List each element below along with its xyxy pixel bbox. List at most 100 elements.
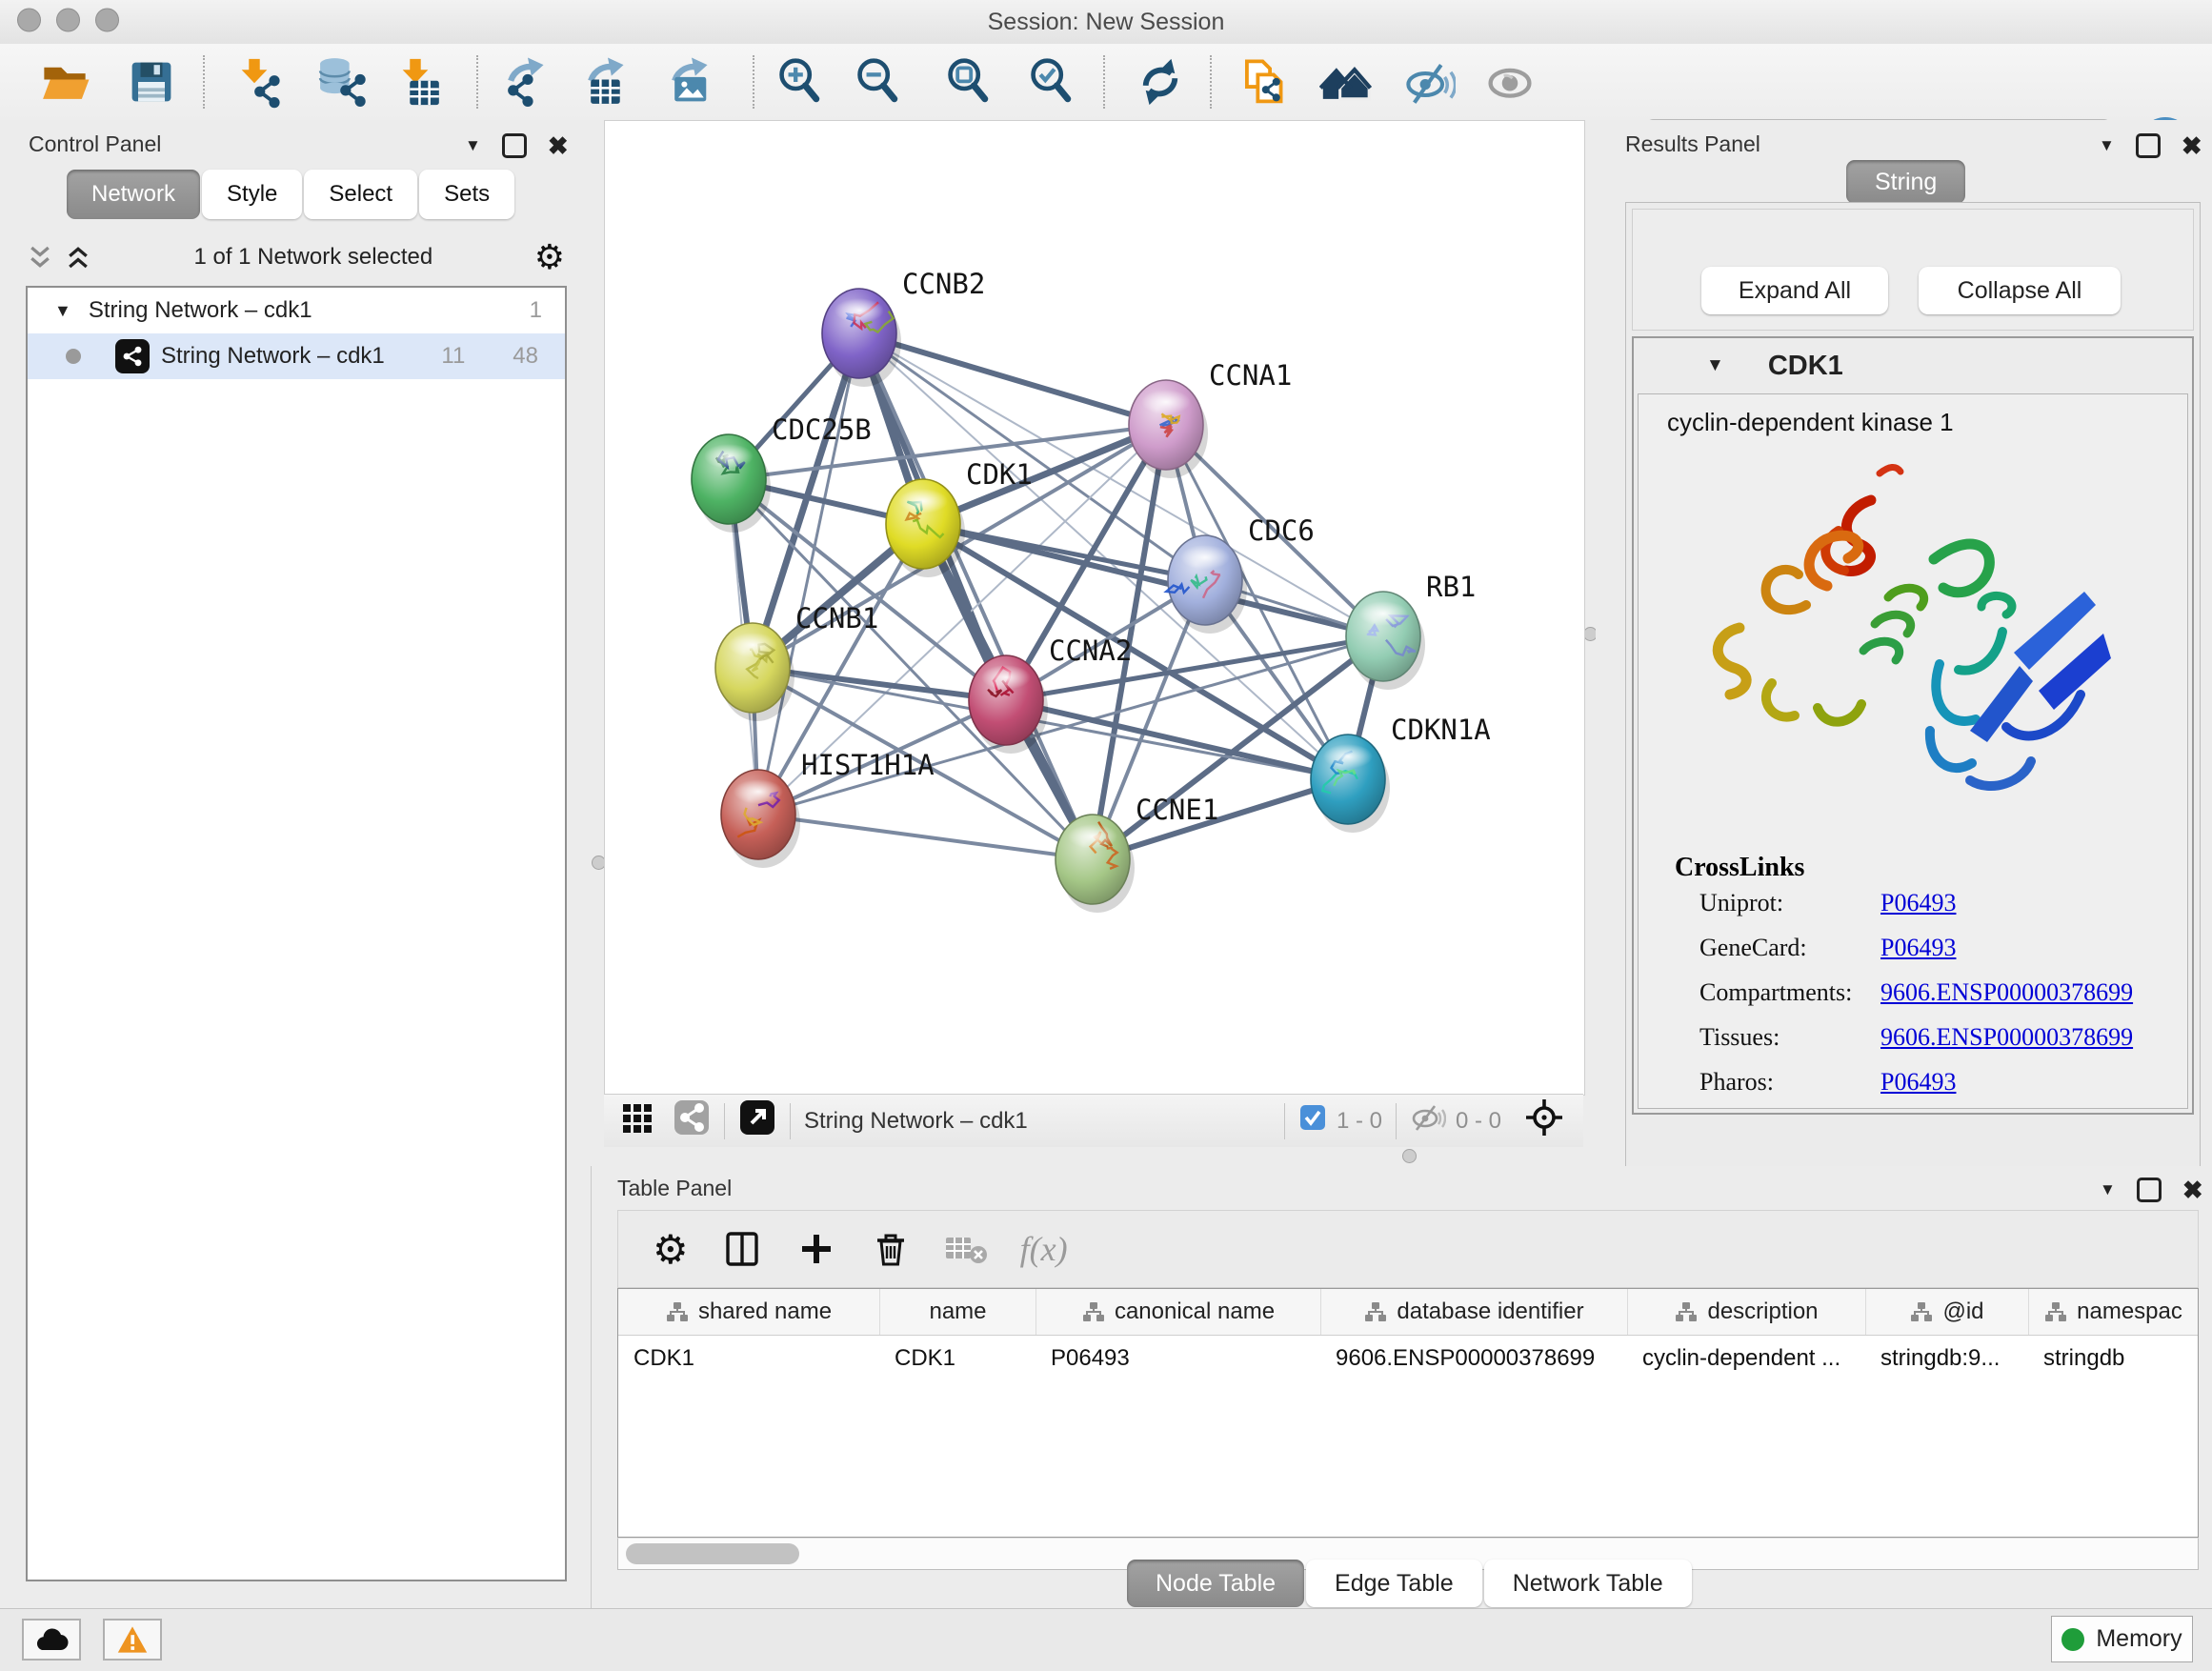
string-network-graph[interactable]: CCNB2CCNA1CDC25BCDK1CDC6RB1CCNB1CCNA2CDK… <box>605 121 1582 1093</box>
show-columns-icon[interactable] <box>721 1228 763 1270</box>
close-panel-icon[interactable]: ✖ <box>548 136 569 155</box>
hidden-eye-icon <box>1410 1103 1446 1138</box>
network-edge-CCNB2-HIST1H1A[interactable] <box>758 333 859 815</box>
tab-style[interactable]: Style <box>202 170 302 219</box>
protein-structure-image <box>1684 445 2142 836</box>
column-header-shared-name[interactable]: shared name <box>618 1289 879 1335</box>
scrollbar-thumb[interactable] <box>626 1543 799 1564</box>
open-session-button[interactable] <box>34 51 95 112</box>
fit-selected-crosshair-icon[interactable] <box>1524 1097 1564 1144</box>
tab-edge-table[interactable]: Edge Table <box>1306 1560 1482 1607</box>
network-edge-CCNB2-CCNA1[interactable] <box>859 333 1166 425</box>
table-cell[interactable]: CDK1 <box>879 1335 1036 1382</box>
expand-all-button[interactable]: Expand All <box>1701 267 1888 314</box>
add-column-icon[interactable] <box>795 1228 837 1270</box>
export-image-button[interactable] <box>661 51 722 112</box>
cloud-icon <box>32 1625 70 1654</box>
table-settings-gear-icon[interactable]: ⚙ <box>653 1226 689 1273</box>
string-home-button[interactable] <box>1316 51 1377 112</box>
graphics-details-disabled-button <box>1479 51 1540 112</box>
table-cell[interactable]: cyclin-dependent ... <box>1627 1335 1865 1382</box>
network-edge-HIST1H1A-CCNE1[interactable] <box>758 815 1093 859</box>
import-network-database-button[interactable] <box>312 51 372 112</box>
window-titlebar: Session: New Session <box>0 0 2212 45</box>
tab-node-table[interactable]: Node Table <box>1127 1560 1304 1607</box>
splitter-left[interactable] <box>591 120 604 1166</box>
column-header-canonical-name[interactable]: canonical name <box>1036 1289 1320 1335</box>
memory-ok-dot <box>2061 1628 2084 1651</box>
table-cell[interactable]: stringdb <box>2028 1335 2198 1382</box>
crosslink-link[interactable]: 9606.ENSP00000378699 <box>1880 978 2133 1007</box>
panel-menu-icon[interactable]: ▼ <box>2099 136 2115 155</box>
apply-layout-button[interactable] <box>1130 51 1191 112</box>
zoom-fit-button[interactable] <box>937 51 998 112</box>
export-network-button[interactable] <box>497 51 558 112</box>
crosslink-link[interactable]: P06493 <box>1880 1068 1956 1097</box>
save-session-button[interactable] <box>121 51 182 112</box>
network-canvas[interactable]: CCNB2CCNA1CDC25BCDK1CDC6RB1CCNB1CCNA2CDK… <box>604 120 1585 1096</box>
node-table-header: shared namenamecanonical namedatabase id… <box>618 1289 2198 1336</box>
float-panel-icon[interactable] <box>502 133 527 158</box>
gear-icon[interactable]: ⚙ <box>534 237 565 277</box>
collapse-row-icon[interactable]: ▼ <box>54 301 71 321</box>
table-toolbar: ⚙ f(x) <box>617 1210 2199 1288</box>
table-cell[interactable]: stringdb:9... <box>1865 1335 2028 1382</box>
expand-all-icon[interactable] <box>64 243 92 272</box>
node-label-CCNB1: CCNB1 <box>795 602 878 634</box>
cdk1-card: ▼ CDK1 cyclin-dependent kinase 1 <box>1632 336 2194 1115</box>
graphics-details-button[interactable] <box>1398 51 1459 112</box>
network-edge-CCNA2-CDKN1A[interactable] <box>1006 700 1348 779</box>
collapse-section-icon[interactable]: ▼ <box>1706 355 1724 376</box>
tab-network-table[interactable]: Network Table <box>1484 1560 1692 1607</box>
column-header--id[interactable]: @id <box>1865 1289 2028 1335</box>
import-network-file-button[interactable] <box>231 51 292 112</box>
crosslink-link[interactable]: 9606.ENSP00000378699 <box>1880 1023 2133 1052</box>
network-collection-row[interactable]: ▼ String Network – cdk1 1 <box>28 288 565 333</box>
table-cell[interactable]: P06493 <box>1036 1335 1320 1382</box>
delete-icon[interactable] <box>870 1228 912 1270</box>
network-row-selected[interactable]: String Network – cdk1 11 48 <box>28 333 565 379</box>
table-cell[interactable]: 9606.ENSP00000378699 <box>1320 1335 1627 1382</box>
function-builder-icon-disabled: f(x) <box>1020 1229 1068 1269</box>
column-header-database-identifier[interactable]: database identifier <box>1320 1289 1627 1335</box>
collapse-all-button[interactable]: Collapse All <box>1919 267 2121 314</box>
zoom-selected-button[interactable] <box>1020 51 1081 112</box>
open-in-string-icon[interactable] <box>738 1098 776 1143</box>
network-edge-CDKN1A-CCNE1[interactable] <box>1093 779 1348 859</box>
import-table-file-button[interactable] <box>392 51 452 112</box>
splitter-grip[interactable] <box>1402 1149 1417 1163</box>
memory-label: Memory <box>2096 1625 2182 1653</box>
collapse-all-icon[interactable] <box>26 243 54 272</box>
column-header-description[interactable]: description <box>1627 1289 1865 1335</box>
float-panel-icon[interactable] <box>2136 133 2161 158</box>
float-panel-icon[interactable] <box>2137 1178 2162 1202</box>
crosslink-link[interactable]: P06493 <box>1880 889 1956 917</box>
close-panel-icon[interactable]: ✖ <box>2182 1180 2203 1199</box>
tab-sets[interactable]: Sets <box>419 170 514 219</box>
panel-menu-icon[interactable]: ▼ <box>2100 1180 2116 1199</box>
clone-network-button[interactable] <box>1235 51 1296 112</box>
network-list: ▼ String Network – cdk1 1 String Network… <box>26 286 567 1581</box>
table-cell[interactable]: CDK1 <box>618 1335 879 1382</box>
collection-label: String Network – cdk1 <box>89 297 530 324</box>
tab-network[interactable]: Network <box>67 170 200 219</box>
warning-status-button[interactable] <box>103 1619 162 1661</box>
selected-checkbox-icon[interactable] <box>1298 1103 1327 1138</box>
export-table-button[interactable] <box>577 51 638 112</box>
tab-string[interactable]: String <box>1846 160 1965 204</box>
crosslinks-title: CrossLinks <box>1675 853 2187 883</box>
zoom-out-button[interactable] <box>847 51 908 112</box>
panel-menu-icon[interactable]: ▼ <box>465 136 481 155</box>
crosslink-link[interactable]: P06493 <box>1880 934 1956 962</box>
hidden-count: 0 - 0 <box>1456 1108 1501 1135</box>
tab-select[interactable]: Select <box>304 170 417 219</box>
string-network-icon <box>115 339 150 373</box>
close-panel-icon[interactable]: ✖ <box>2182 136 2202 155</box>
column-header-name[interactable]: name <box>879 1289 1036 1335</box>
zoom-in-button[interactable] <box>769 51 830 112</box>
column-header-namespac[interactable]: namespac <box>2028 1289 2198 1335</box>
collection-count: 1 <box>530 297 542 324</box>
memory-button[interactable]: Memory <box>2051 1616 2193 1662</box>
cloud-status-button[interactable] <box>22 1619 81 1661</box>
birds-eye-view-icon[interactable] <box>621 1100 655 1141</box>
